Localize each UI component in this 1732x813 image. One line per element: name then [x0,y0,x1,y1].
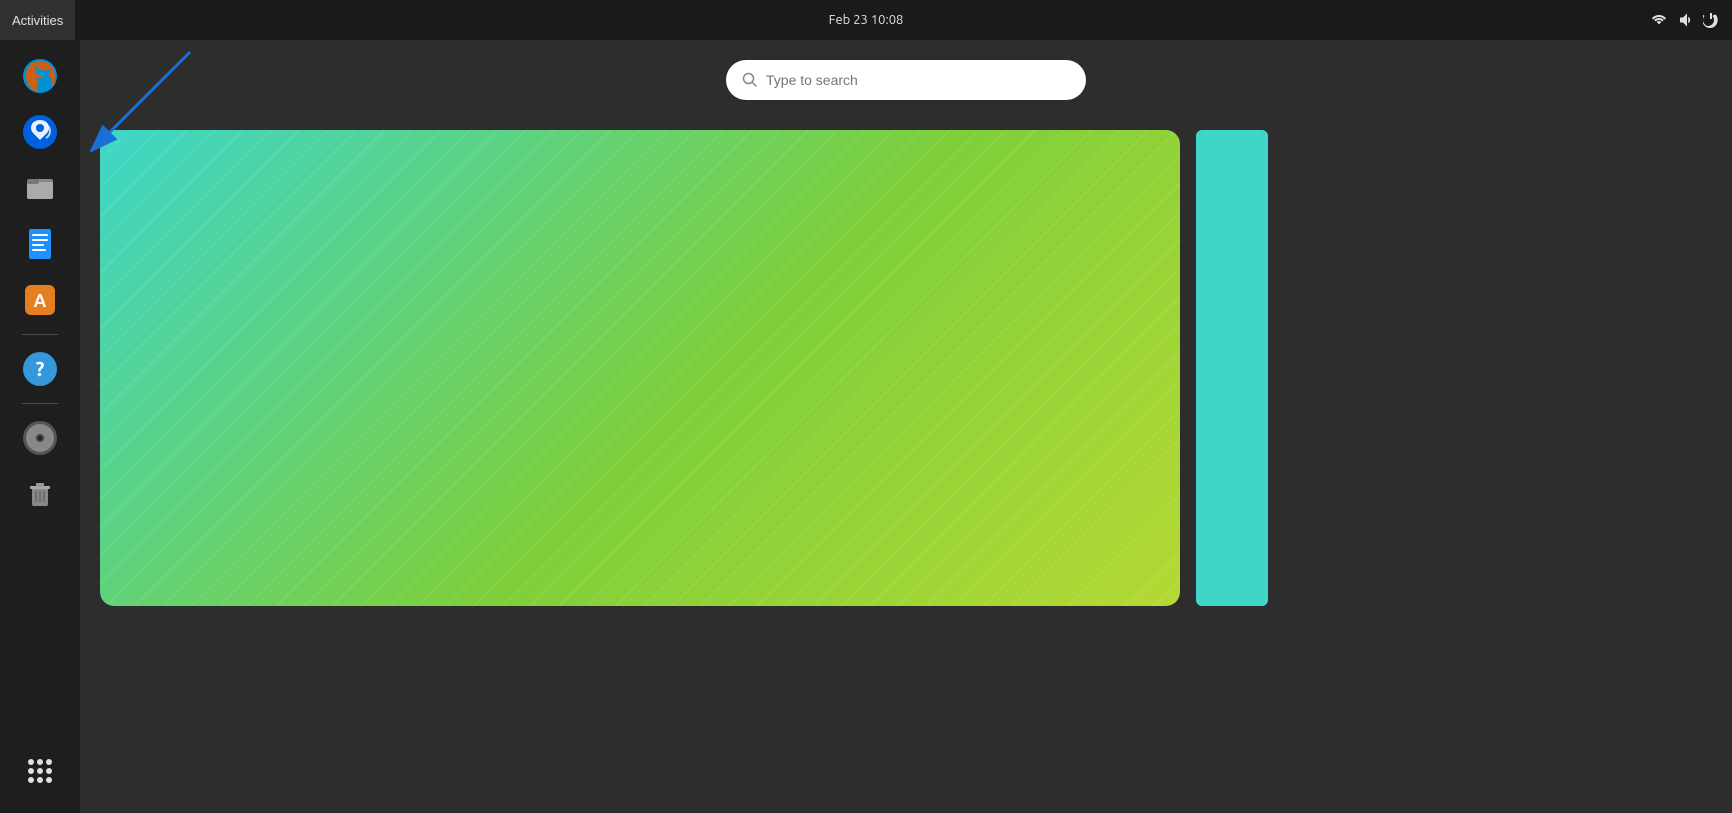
dock: A ? [0,40,80,813]
svg-text:A: A [34,291,47,311]
dock-item-dvd[interactable] [14,412,66,464]
dock-item-writer[interactable] [14,218,66,270]
search-bar [726,60,1086,100]
svg-text:?: ? [36,357,45,380]
activities-label: Activities [12,13,63,28]
side-panel[interactable] [1196,130,1268,606]
dock-separator-1 [22,334,58,335]
volume-icon[interactable] [1676,11,1694,29]
dock-item-appstore[interactable]: A [14,274,66,326]
system-tray [1650,11,1732,29]
topbar: Activities Feb 23 10:08 [0,0,1732,40]
dock-item-thunderbird[interactable] [14,106,66,158]
search-input[interactable] [766,72,1070,88]
dock-item-firefox[interactable] [14,50,66,102]
dock-item-trash[interactable] [14,468,66,520]
search-icon [742,72,758,88]
network-icon[interactable] [1650,11,1668,29]
power-icon[interactable] [1702,11,1720,29]
dock-item-help[interactable]: ? [14,343,66,395]
desktop-area [80,120,1732,813]
search-container [80,40,1732,120]
window-preview[interactable] [100,130,1180,606]
dock-item-files[interactable] [14,162,66,214]
grid-dots-icon [28,759,52,783]
activities-button[interactable]: Activities [0,0,75,40]
dock-separator-2 [22,403,58,404]
clock: Feb 23 10:08 [829,13,904,27]
show-apps-button[interactable] [14,745,66,797]
